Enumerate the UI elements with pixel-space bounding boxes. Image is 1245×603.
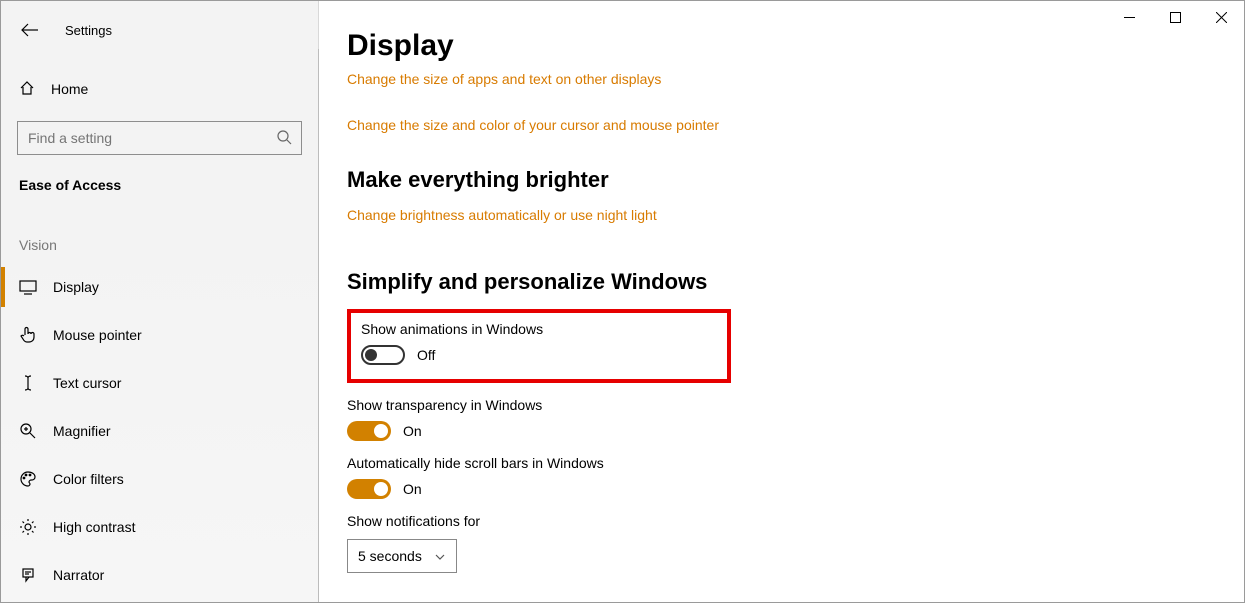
toggle-show-animations[interactable] — [361, 345, 405, 365]
label-show-transparency: Show transparency in Windows — [347, 397, 1244, 413]
toggle-state-animations: Off — [417, 347, 435, 363]
sidebar-item-label: Mouse pointer — [53, 327, 142, 343]
sidebar-item-high-contrast[interactable]: High contrast — [1, 503, 318, 551]
settings-window: Settings Home Ease of Access Vision — [0, 0, 1245, 603]
sidebar-item-label: Display — [53, 279, 99, 295]
chevron-down-icon — [434, 548, 446, 564]
link-size-apps-text[interactable]: Change the size of apps and text on othe… — [347, 71, 1244, 87]
close-button[interactable] — [1198, 1, 1244, 33]
sidebar-item-text-cursor[interactable]: Text cursor — [1, 359, 318, 407]
sidebar-category: Ease of Access — [1, 177, 318, 193]
sidebar: Settings Home Ease of Access Vision — [1, 1, 319, 602]
main-content: Display Change the size of apps and text… — [319, 1, 1244, 602]
minimize-button[interactable] — [1106, 1, 1152, 33]
link-cursor-size-color[interactable]: Change the size and color of your cursor… — [347, 117, 1244, 133]
search-wrap — [17, 121, 302, 155]
text-cursor-icon — [19, 374, 37, 392]
sidebar-item-label: Narrator — [53, 567, 104, 583]
label-notifications-for: Show notifications for — [347, 513, 1244, 529]
sidebar-section-vision: Vision — [1, 237, 318, 253]
sidebar-item-display[interactable]: Display — [1, 263, 318, 311]
toggle-row-animations: Off — [361, 345, 717, 365]
window-controls — [1106, 1, 1244, 33]
search-icon — [276, 129, 292, 150]
toggle-show-transparency[interactable] — [347, 421, 391, 441]
dropdown-notifications-duration[interactable]: 5 seconds — [347, 539, 457, 573]
palette-icon — [19, 470, 37, 488]
sidebar-home[interactable]: Home — [1, 71, 318, 107]
sidebar-scrollbar[interactable] — [318, 49, 319, 602]
app-title: Settings — [65, 23, 112, 38]
highlight-animations: Show animations in Windows Off — [347, 309, 731, 383]
sidebar-item-mouse-pointer[interactable]: Mouse pointer — [1, 311, 318, 359]
sidebar-item-magnifier[interactable]: Magnifier — [1, 407, 318, 455]
sidebar-item-narrator[interactable]: Narrator — [1, 551, 318, 599]
link-brightness-night-light[interactable]: Change brightness automatically or use n… — [347, 207, 1244, 223]
sidebar-item-label: High contrast — [53, 519, 135, 535]
toggle-row-scrollbars: On — [347, 479, 1244, 499]
label-show-animations: Show animations in Windows — [361, 321, 717, 337]
cursor-hand-icon — [19, 326, 37, 344]
sidebar-item-color-filters[interactable]: Color filters — [1, 455, 318, 503]
section-brighter: Make everything brighter — [347, 167, 1244, 193]
toggle-hide-scrollbars[interactable] — [347, 479, 391, 499]
sidebar-item-label: Magnifier — [53, 423, 111, 439]
sidebar-item-label: Text cursor — [53, 375, 121, 391]
search-input[interactable] — [17, 121, 302, 155]
toggle-state-scrollbars: On — [403, 481, 422, 497]
home-label: Home — [51, 81, 88, 97]
brightness-icon — [19, 518, 37, 536]
section-simplify: Simplify and personalize Windows — [347, 269, 1244, 295]
label-hide-scrollbars: Automatically hide scroll bars in Window… — [347, 455, 1244, 471]
sidebar-top: Settings — [1, 11, 318, 49]
toggle-row-transparency: On — [347, 421, 1244, 441]
sidebar-item-label: Color filters — [53, 471, 124, 487]
toggle-state-transparency: On — [403, 423, 422, 439]
magnifier-icon — [19, 422, 37, 440]
home-icon — [19, 80, 35, 99]
monitor-icon — [19, 279, 37, 295]
dropdown-value: 5 seconds — [358, 548, 422, 564]
narrator-icon — [19, 566, 37, 584]
page-title: Display — [347, 29, 1244, 63]
maximize-button[interactable] — [1152, 1, 1198, 33]
back-button[interactable] — [19, 19, 41, 41]
